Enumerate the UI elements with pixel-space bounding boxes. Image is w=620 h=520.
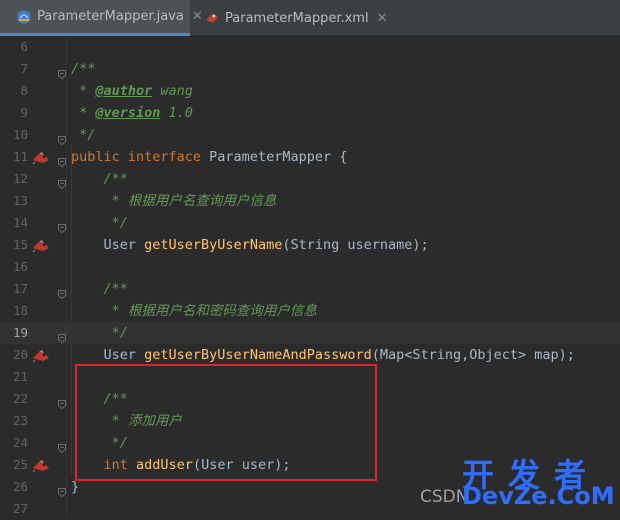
code-token: /**: [71, 281, 128, 297]
fold-marker-icon[interactable]: [58, 482, 66, 498]
line-number: 27: [12, 501, 28, 516]
code-token: /**: [71, 171, 128, 187]
line-number: 12: [12, 171, 28, 186]
highlight-box: [75, 364, 377, 481]
code-text: User getUserByUserNameAndPassword(Map<St…: [71, 344, 575, 366]
code-token: */: [71, 325, 128, 341]
code-token: */: [71, 215, 128, 231]
code-line[interactable]: 20 User getUserByUserNameAndPassword(Map…: [0, 344, 620, 366]
code-line[interactable]: 14 */: [0, 212, 620, 234]
line-number: 13: [12, 193, 28, 208]
code-token: User: [71, 347, 145, 363]
code-line[interactable]: 6: [0, 36, 620, 58]
line-number: 19: [12, 325, 28, 340]
code-line[interactable]: 19 */: [0, 322, 620, 344]
fold-marker-icon[interactable]: [58, 152, 66, 168]
line-number: 23: [12, 413, 28, 428]
line-number: 11: [12, 149, 28, 164]
code-line[interactable]: 7 /**: [0, 58, 620, 80]
line-number: 26: [12, 479, 28, 494]
code-line[interactable]: 17 /**: [0, 278, 620, 300]
code-text: public interface ParameterMapper {: [71, 146, 347, 168]
code-token: public interface: [71, 149, 210, 165]
code-line[interactable]: 18 * 根据用户名和密码查询用户信息: [0, 300, 620, 322]
code-line[interactable]: 8 * @author wang: [0, 80, 620, 102]
line-number: 9: [20, 105, 28, 120]
code-token: * 根据用户名和密码查询用户信息: [71, 303, 317, 319]
code-line[interactable]: 16: [0, 256, 620, 278]
code-line[interactable]: 11 public interface ParameterMapper {: [0, 146, 620, 168]
code-text: */: [71, 322, 128, 344]
fold-marker-icon[interactable]: [58, 328, 66, 344]
mybatis-bird-icon[interactable]: [32, 238, 50, 253]
code-token: wang: [152, 83, 193, 99]
code-text: * 根据用户名查询用户信息: [71, 190, 277, 212]
code-line[interactable]: 9 * @version 1.0: [0, 102, 620, 124]
code-token: @version: [95, 105, 161, 121]
code-line[interactable]: 12 /**: [0, 168, 620, 190]
tab-label: ParameterMapper.xml: [225, 10, 369, 26]
code-token: (Map<String,Object> map);: [371, 347, 575, 363]
close-icon[interactable]: ✕: [377, 11, 388, 26]
mybatis-bird-icon[interactable]: [32, 348, 50, 363]
line-number: 6: [20, 39, 28, 54]
code-token: User: [71, 237, 145, 253]
editor-tab-bar: ParameterMapper.java ✕ ParameterMapper.x…: [0, 0, 620, 36]
mybatis-mapper-icon: [204, 10, 220, 26]
code-token: getUserByUserNameAndPassword: [144, 347, 372, 363]
line-number: 18: [12, 303, 28, 318]
code-token: }: [71, 479, 80, 495]
code-token: *: [71, 83, 96, 99]
line-number: 25: [12, 457, 28, 472]
fold-marker-icon[interactable]: [58, 130, 66, 146]
line-number: 14: [12, 215, 28, 230]
code-token: */: [71, 127, 96, 143]
fold-marker-icon[interactable]: [58, 438, 66, 454]
code-text: */: [71, 124, 95, 146]
line-number: 22: [12, 391, 28, 406]
code-text: User getUserByUserName(String username);: [71, 234, 429, 256]
java-class-icon: [16, 9, 32, 25]
code-token: ParameterMapper {: [209, 149, 348, 165]
code-token: * 根据用户名查询用户信息: [71, 193, 277, 209]
fold-marker-icon[interactable]: [58, 394, 66, 410]
code-token: 1.0: [160, 105, 193, 121]
fold-marker-icon[interactable]: [58, 218, 66, 234]
code-line[interactable]: 10 */: [0, 124, 620, 146]
code-text: */: [71, 212, 128, 234]
line-number: 21: [12, 369, 28, 384]
code-line[interactable]: 15 User getUserByUserName(String usernam…: [0, 234, 620, 256]
line-number: 7: [20, 61, 28, 76]
line-number: 17: [12, 281, 28, 296]
code-token: /**: [71, 61, 96, 77]
line-number: 24: [12, 435, 28, 450]
fold-marker-icon[interactable]: [58, 174, 66, 190]
code-text: /**: [71, 168, 128, 190]
code-text: * @version 1.0: [71, 102, 193, 124]
line-number: 16: [12, 259, 28, 274]
tab-parametermapper-java[interactable]: ParameterMapper.java ✕: [0, 0, 203, 36]
code-text: * 根据用户名和密码查询用户信息: [71, 300, 317, 322]
code-text: /**: [71, 58, 95, 80]
fold-marker-icon[interactable]: [58, 284, 66, 300]
code-token: (String username);: [282, 237, 429, 253]
tab-label: ParameterMapper.java: [37, 9, 184, 24]
code-text: * @author wang: [71, 80, 193, 102]
mybatis-bird-icon[interactable]: [32, 150, 50, 165]
line-number: 20: [12, 347, 28, 362]
line-number: 8: [20, 83, 28, 98]
line-number: 10: [12, 127, 28, 142]
code-text: /**: [71, 278, 128, 300]
line-number: 15: [12, 237, 28, 252]
code-line[interactable]: 13 * 根据用户名查询用户信息: [0, 190, 620, 212]
code-token: getUserByUserName: [144, 237, 283, 253]
mybatis-bird-icon[interactable]: [32, 458, 50, 473]
watermark-devze-url: DevZe.CoM: [462, 482, 615, 510]
tab-parametermapper-xml[interactable]: ParameterMapper.xml ✕: [188, 0, 387, 36]
code-token: *: [71, 105, 96, 121]
fold-marker-icon[interactable]: [58, 64, 66, 80]
code-token: @author: [95, 83, 153, 99]
